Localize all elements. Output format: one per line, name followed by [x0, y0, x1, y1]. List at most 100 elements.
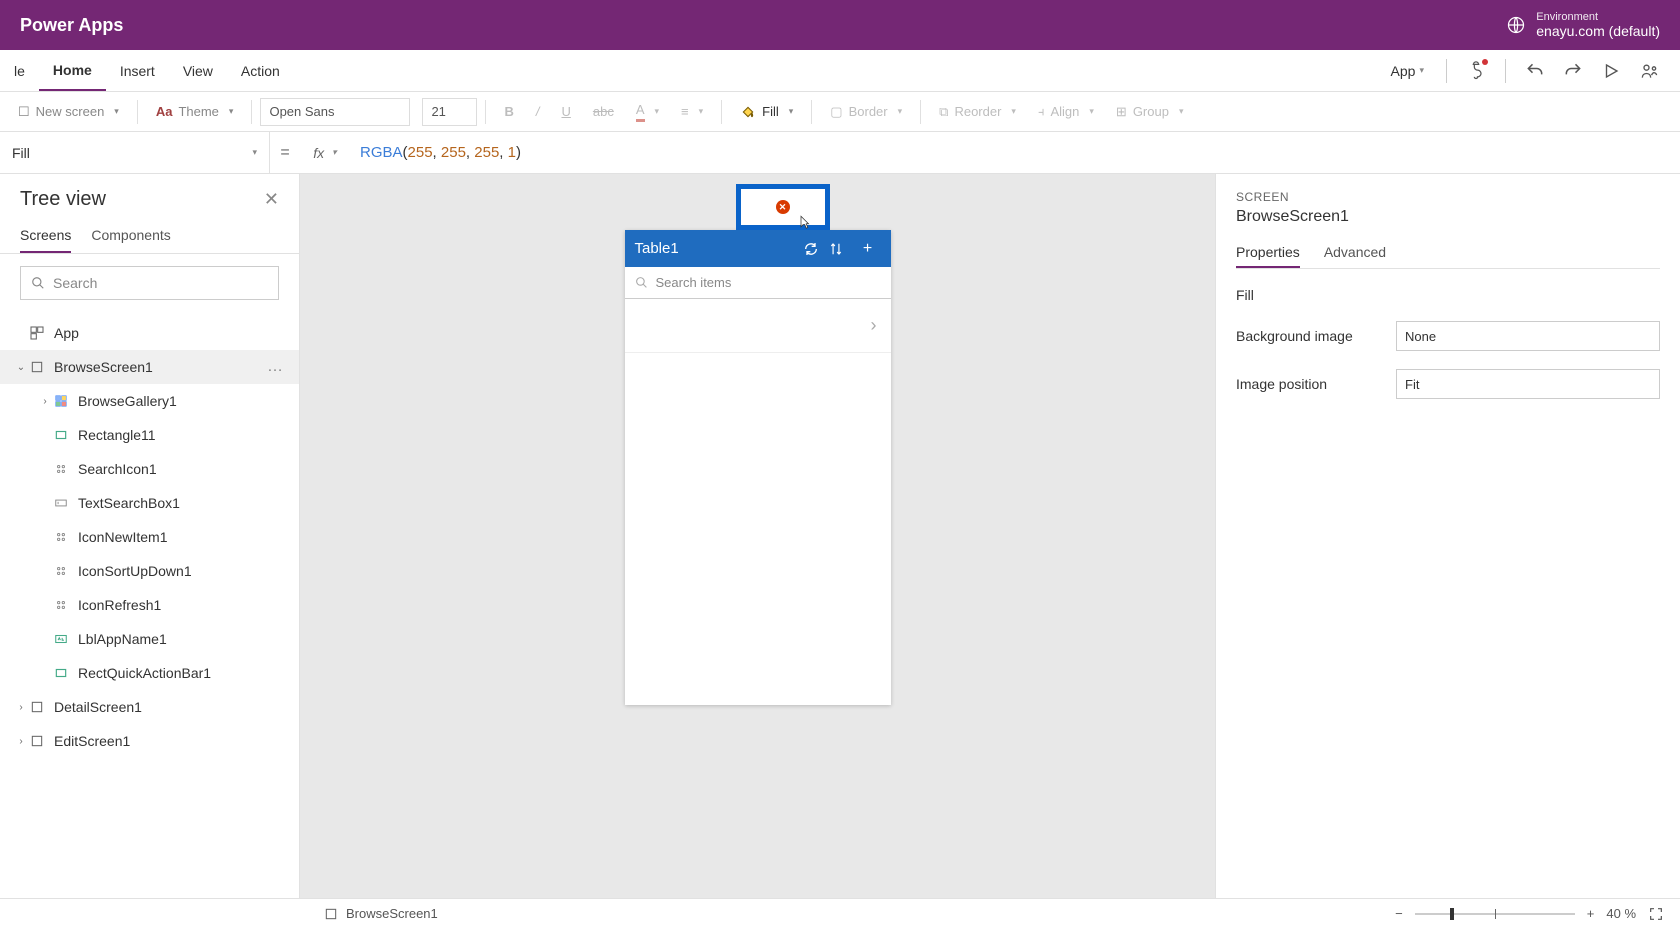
tree-node-iconnewitem1[interactable]: IconNewItem1: [0, 520, 299, 554]
undo-icon[interactable]: [1518, 54, 1552, 88]
more-icon[interactable]: …: [267, 358, 299, 376]
new-screen-icon: ☐: [18, 104, 30, 120]
align-icon: ≡: [681, 104, 689, 119]
caret-icon[interactable]: ⌄: [14, 362, 28, 373]
tree-node-rectquickactionbar1[interactable]: RectQuickActionBar1: [0, 656, 299, 690]
tree-node-searchicon1[interactable]: SearchIcon1: [0, 452, 299, 486]
screen-icon: [28, 358, 46, 376]
screen-icon: [324, 907, 338, 921]
theme-icon: Aa: [156, 104, 173, 119]
app-header: Power Apps Environment enayu.com (defaul…: [0, 0, 1680, 50]
tree-node-editscreen1[interactable]: ›EditScreen1: [0, 724, 299, 758]
fill-button[interactable]: Fill▾: [730, 100, 803, 124]
caret-icon[interactable]: ›: [14, 736, 28, 747]
share-icon[interactable]: [1632, 54, 1666, 88]
tree-node-browsescreen1[interactable]: ⌄ BrowseScreen1 …: [0, 350, 299, 384]
equals-sign: =: [270, 144, 300, 162]
close-icon[interactable]: ✕: [264, 189, 279, 210]
tab-advanced[interactable]: Advanced: [1324, 238, 1386, 268]
play-icon[interactable]: [1594, 54, 1628, 88]
italic-button[interactable]: /: [526, 100, 550, 123]
reorder-button[interactable]: ⧉ Reorder▾: [929, 100, 1026, 124]
property-selector[interactable]: Fill▾: [0, 132, 270, 173]
fit-to-window-icon[interactable]: [1648, 906, 1664, 922]
screen-icon: [28, 732, 46, 750]
border-button[interactable]: ▢ Border▾: [820, 100, 912, 124]
tree-node-label: BrowseScreen1: [54, 359, 153, 375]
reorder-icon: ⧉: [939, 104, 948, 120]
tab-components[interactable]: Components: [91, 219, 170, 253]
img-position-input[interactable]: [1396, 369, 1660, 399]
font-size-input[interactable]: [422, 98, 477, 126]
align-button[interactable]: ⫞ Align▾: [1028, 100, 1104, 124]
tab-screens[interactable]: Screens: [20, 219, 71, 253]
formula-bar: Fill▾ = fx▾ RGBA(255, 255, 255, 1): [0, 132, 1680, 174]
properties-panel: SCREEN BrowseScreen1 Properties Advanced…: [1215, 174, 1680, 898]
caret-icon[interactable]: ›: [38, 396, 52, 407]
tree-node-label: DetailScreen1: [54, 699, 142, 715]
screen-icon: [28, 698, 46, 716]
tree-node-browsegallery1[interactable]: ›BrowseGallery1: [0, 384, 299, 418]
selection-box[interactable]: ✕: [736, 184, 830, 230]
font-color-button[interactable]: A▾: [626, 98, 669, 126]
text-align-button[interactable]: ≡▾: [671, 100, 713, 123]
zoom-slider[interactable]: [1415, 913, 1575, 915]
font-name-input[interactable]: [260, 98, 410, 126]
tree-search[interactable]: Search: [20, 266, 279, 300]
theme-button[interactable]: Aa Theme▾: [146, 100, 244, 123]
menu-insert[interactable]: Insert: [106, 50, 169, 91]
globe-icon: [1506, 15, 1526, 35]
gallery-item[interactable]: ›: [625, 299, 891, 353]
strikethrough-button[interactable]: abc: [583, 100, 624, 123]
sort-icon[interactable]: [829, 241, 855, 257]
icon-icon: [52, 460, 70, 478]
app-checker-icon[interactable]: [1459, 54, 1493, 88]
tree-node-label: IconRefresh1: [78, 597, 161, 613]
error-icon: ✕: [776, 200, 790, 214]
align-group-icon: ⫞: [1038, 104, 1045, 120]
zoom-in-button[interactable]: +: [1587, 906, 1595, 921]
underline-button[interactable]: U: [551, 100, 580, 123]
tree-node-textsearchbox1[interactable]: TextSearchBox1: [0, 486, 299, 520]
toolbar: ☐ New screen▾ Aa Theme▾ B / U abc A▾ ≡▾ …: [0, 92, 1680, 132]
tree-node-lblappname1[interactable]: LblAppName1: [0, 622, 299, 656]
tree-node-iconsortupdown1[interactable]: IconSortUpDown1: [0, 554, 299, 588]
tree-node-label: LblAppName1: [78, 631, 167, 647]
fx-button[interactable]: fx▾: [300, 145, 350, 161]
icon-icon: [52, 528, 70, 546]
new-screen-button[interactable]: ☐ New screen▾: [8, 100, 129, 124]
bold-button[interactable]: B: [494, 100, 523, 123]
group-button[interactable]: ⊞ Group▾: [1106, 100, 1194, 124]
tree-node-detailscreen1[interactable]: › DetailScreen1: [0, 690, 299, 724]
tree-node-iconrefresh1[interactable]: IconRefresh1: [0, 588, 299, 622]
app-bar-title: Table1: [635, 240, 803, 257]
refresh-icon[interactable]: [803, 241, 829, 257]
tab-properties[interactable]: Properties: [1236, 238, 1300, 268]
caret-icon[interactable]: ›: [14, 702, 28, 713]
add-icon[interactable]: +: [855, 240, 881, 258]
prop-row-bg-image: Background image: [1236, 321, 1660, 351]
chevron-right-icon: ›: [871, 315, 877, 336]
rect-icon: [52, 426, 70, 444]
menu-home[interactable]: Home: [39, 50, 106, 91]
redo-icon[interactable]: [1556, 54, 1590, 88]
tree-view-title: Tree view: [20, 188, 106, 211]
tree-node-rectangle11[interactable]: Rectangle11: [0, 418, 299, 452]
status-bar: BrowseScreen1 − + 40 %: [0, 898, 1680, 928]
menu-view[interactable]: View: [169, 50, 227, 91]
phone-preview: Table1 + Search items ›: [625, 230, 891, 705]
tree-node-app[interactable]: App: [0, 316, 299, 350]
gallery-icon: [52, 392, 70, 410]
canvas[interactable]: ✕ Table1 +: [300, 174, 1215, 898]
bg-image-input[interactable]: [1396, 321, 1660, 351]
search-row[interactable]: Search items: [625, 267, 891, 299]
fill-bucket-icon: [740, 104, 756, 120]
environment-picker[interactable]: Environment enayu.com (default): [1506, 11, 1660, 39]
menu-le[interactable]: le: [10, 50, 39, 91]
tree-node-label: IconNewItem1: [78, 529, 167, 545]
zoom-out-button[interactable]: −: [1395, 906, 1403, 921]
app-icon: [28, 324, 46, 342]
formula-input[interactable]: RGBA(255, 255, 255, 1): [350, 144, 1680, 162]
menu-action[interactable]: Action: [227, 50, 294, 91]
app-dropdown[interactable]: App▾: [1381, 57, 1434, 85]
